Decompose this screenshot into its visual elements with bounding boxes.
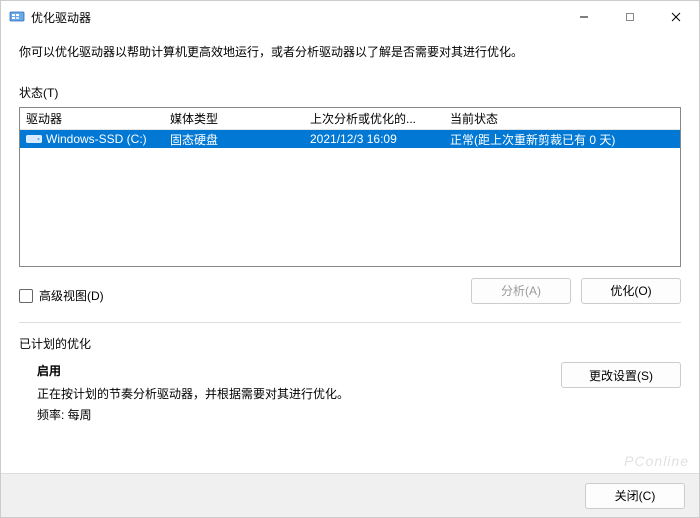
schedule-title: 已计划的优化 <box>19 335 681 352</box>
drives-list[interactable]: 驱动器 媒体类型 上次分析或优化的... 当前状态 Windows-SSD (C… <box>19 107 681 267</box>
col-state[interactable]: 当前状态 <box>450 110 680 127</box>
drive-row[interactable]: Windows-SSD (C:) 固态硬盘 2021/12/3 16:09 正常… <box>20 130 680 148</box>
footer: 关闭(C) <box>1 473 699 517</box>
advanced-view-label: 高级视图(D) <box>39 287 104 304</box>
col-drive[interactable]: 驱动器 <box>20 110 170 127</box>
col-last[interactable]: 上次分析或优化的... <box>310 110 450 127</box>
col-media[interactable]: 媒体类型 <box>170 110 310 127</box>
schedule-freq: 频率: 每周 <box>37 406 561 423</box>
checkbox-icon[interactable] <box>19 289 33 303</box>
drive-icon <box>26 133 42 145</box>
watermark: PConline <box>624 453 689 469</box>
drive-media: 固态硬盘 <box>170 131 310 148</box>
titlebar: 优化驱动器 <box>1 1 699 33</box>
divider <box>19 322 681 323</box>
window-title: 优化驱动器 <box>31 9 91 26</box>
schedule-desc: 正在按计划的节奏分析驱动器，并根据需要对其进行优化。 <box>37 385 561 402</box>
change-settings-button[interactable]: 更改设置(S) <box>561 362 681 388</box>
analyze-button[interactable]: 分析(A) <box>471 278 571 304</box>
status-label: 状态(T) <box>19 84 681 101</box>
description-text: 你可以优化驱动器以帮助计算机更高效地运行，或者分析驱动器以了解是否需要对其进行优… <box>19 43 681 60</box>
close-dialog-button[interactable]: 关闭(C) <box>585 483 685 509</box>
drive-name: Windows-SSD (C:) <box>46 132 147 146</box>
schedule-enable: 启用 <box>37 362 561 379</box>
defrag-icon <box>9 9 25 25</box>
close-button[interactable] <box>653 1 699 33</box>
drive-state: 正常(距上次重新剪裁已有 0 天) <box>450 131 680 148</box>
minimize-button[interactable] <box>561 1 607 33</box>
optimize-button[interactable]: 优化(O) <box>581 278 681 304</box>
advanced-view-checkbox[interactable]: 高级视图(D) <box>19 287 104 304</box>
maximize-button[interactable] <box>607 1 653 33</box>
drive-last: 2021/12/3 16:09 <box>310 132 450 146</box>
window-controls <box>561 1 699 33</box>
drives-header[interactable]: 驱动器 媒体类型 上次分析或优化的... 当前状态 <box>20 108 680 130</box>
